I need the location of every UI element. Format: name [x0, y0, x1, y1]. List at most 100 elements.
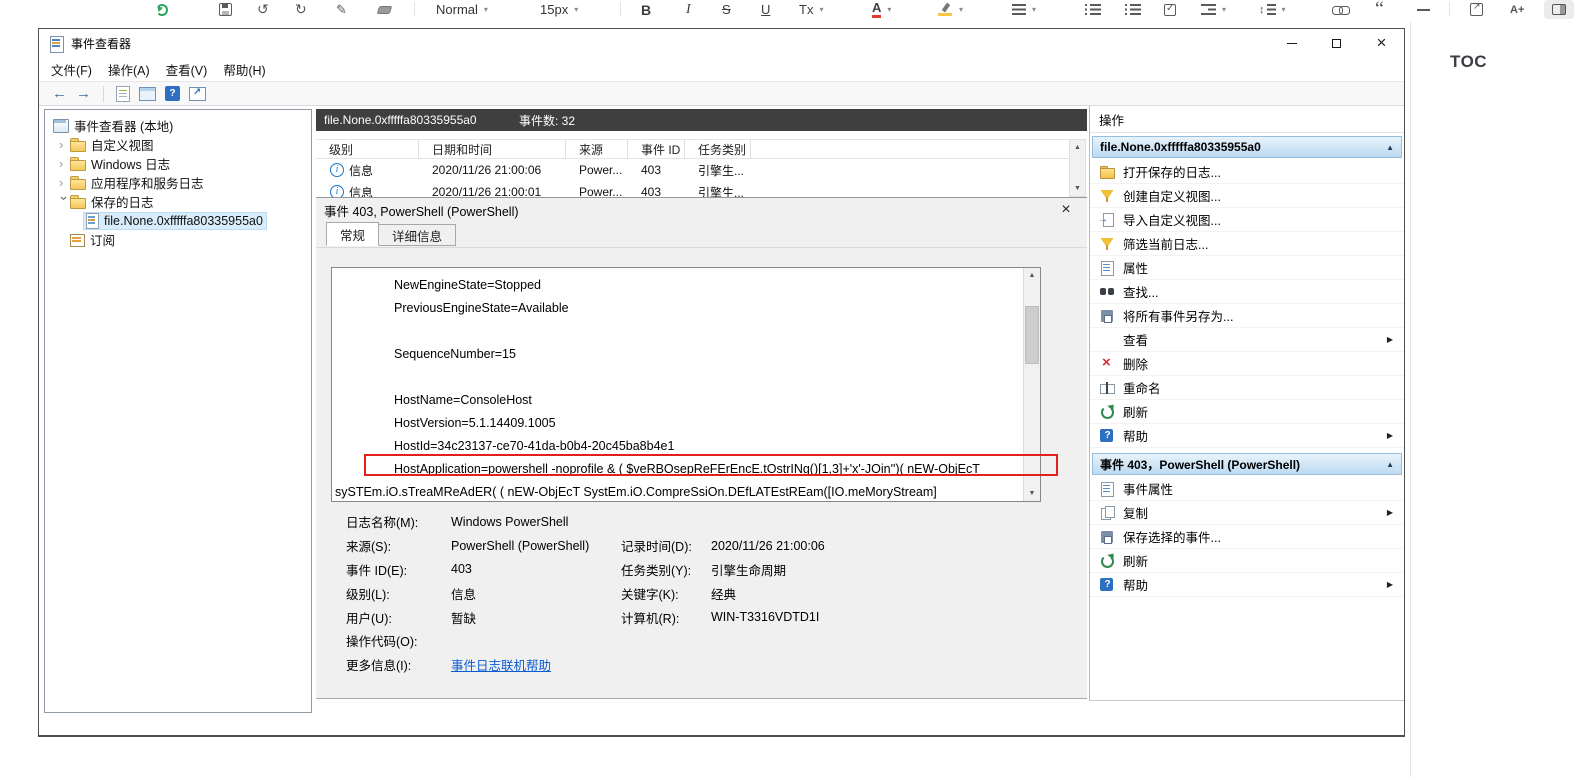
maximize-button[interactable]: [1314, 29, 1359, 58]
sync-icon[interactable]: [156, 0, 168, 19]
menu-view[interactable]: 查看(V): [158, 58, 216, 81]
action-group-header-log[interactable]: file.None.0xfffffa80335955a0: [1092, 136, 1402, 158]
submenu-arrow-icon: [1387, 508, 1393, 517]
text-format-dropdown[interactable]: Tx: [799, 0, 823, 19]
column-header-level[interactable]: 级别: [316, 140, 419, 158]
tree-item-root[interactable]: 事件查看器 (本地): [45, 116, 311, 135]
action-refresh-event[interactable]: 刷新: [1090, 549, 1404, 573]
window-body: 事件查看器 (本地) 自定义视图 Windows 日志 应用程序和服务日志 保存: [39, 106, 1404, 735]
tree-item-saved-log-file[interactable]: file.None.0xfffffa80335955a0: [45, 211, 311, 230]
table-row[interactable]: 信息 2020/11/26 21:00:06 Power... 403 引擎生.…: [316, 159, 1069, 181]
back-icon[interactable]: ←: [52, 86, 67, 101]
message-line: HostName=ConsoleHost: [394, 392, 532, 407]
underline-button[interactable]: U: [761, 0, 770, 19]
redo-icon[interactable]: ↻: [295, 0, 307, 19]
align-dropdown[interactable]: [1012, 0, 1036, 19]
eraser-icon[interactable]: [376, 0, 393, 19]
scroll-down-icon[interactable]: [1024, 486, 1040, 501]
action-rename[interactable]: 重命名: [1090, 376, 1404, 400]
action-properties[interactable]: 属性: [1090, 256, 1404, 280]
horizontal-rule-button[interactable]: [1417, 0, 1430, 19]
collapse-icon[interactable]: [1386, 143, 1394, 152]
scroll-thumb[interactable]: [1025, 306, 1039, 364]
action-help[interactable]: 帮助: [1090, 424, 1404, 448]
action-find[interactable]: 查找...: [1090, 280, 1404, 304]
message-line: [332, 365, 1022, 388]
action-view[interactable]: 查看: [1090, 328, 1404, 352]
event-list-scrollbar[interactable]: [1069, 139, 1086, 197]
table-row[interactable]: 信息 2020/11/26 21:00:01 Power... 403 引擎生.…: [316, 181, 1069, 197]
column-header-source[interactable]: 来源: [566, 140, 628, 158]
menu-help[interactable]: 帮助(H): [215, 58, 273, 81]
undo-icon[interactable]: ↺: [257, 0, 269, 19]
chevron-right-icon[interactable]: [59, 176, 70, 189]
property-row: 日志名称(M): Windows PowerShell: [346, 514, 569, 531]
italic-button[interactable]: I: [686, 0, 691, 19]
save-icon: [1099, 529, 1115, 545]
column-header-category[interactable]: 任务类别: [685, 140, 751, 158]
export-icon[interactable]: [189, 86, 206, 101]
action-create-custom-view[interactable]: 创建自定义视图...: [1090, 184, 1404, 208]
help-icon[interactable]: [165, 86, 180, 101]
collapse-icon[interactable]: [1386, 460, 1394, 469]
right-panel-divider: [1410, 22, 1411, 777]
export-icon[interactable]: [1470, 0, 1483, 19]
action-delete[interactable]: 删除: [1090, 352, 1404, 376]
action-copy[interactable]: 复制: [1090, 501, 1404, 525]
action-open-saved-log[interactable]: 打开保存的日志...: [1090, 160, 1404, 184]
action-save-selected-events[interactable]: 保存选择的事件...: [1090, 525, 1404, 549]
toolbar-divider: [1449, 2, 1450, 16]
tree-item-windows-logs[interactable]: Windows 日志: [45, 154, 311, 173]
tree-item-app-service-logs[interactable]: 应用程序和服务日志: [45, 173, 311, 192]
toc-title: TOC: [1450, 52, 1488, 71]
forward-icon[interactable]: →: [76, 86, 91, 101]
font-size-dropdown[interactable]: 15px: [540, 0, 578, 19]
action-import-custom-view[interactable]: 导入自定义视图...: [1090, 208, 1404, 232]
action-event-properties[interactable]: 事件属性: [1090, 477, 1404, 501]
highlight-color-dropdown[interactable]: [938, 0, 963, 19]
action-help-event[interactable]: 帮助: [1090, 573, 1404, 597]
details-close-button[interactable]: [1057, 201, 1075, 219]
add-annotation-icon[interactable]: A+: [1510, 0, 1524, 19]
indent-dropdown[interactable]: [1201, 0, 1226, 19]
message-scrollbar[interactable]: [1023, 268, 1040, 501]
chevron-right-icon[interactable]: [59, 138, 70, 151]
action-group-header-event[interactable]: 事件 403，PowerShell (PowerShell): [1092, 453, 1402, 475]
paragraph-style-dropdown[interactable]: Normal: [436, 0, 488, 19]
tree-item-saved-logs[interactable]: 保存的日志: [45, 192, 311, 211]
bullet-list-button[interactable]: [1085, 0, 1101, 19]
format-painter-icon[interactable]: ✎: [336, 0, 347, 19]
scroll-up-icon[interactable]: [1024, 268, 1040, 283]
tree-item-custom-views[interactable]: 自定义视图: [45, 135, 311, 154]
document-icon[interactable]: [116, 85, 130, 102]
checklist-button[interactable]: [1164, 0, 1176, 19]
quote-button[interactable]: “: [1375, 0, 1384, 19]
event-message-box[interactable]: NewEngineState=Stopped PreviousEngineSta…: [331, 267, 1041, 502]
action-save-all-events[interactable]: 将所有事件另存为...: [1090, 304, 1404, 328]
action-filter-current-log[interactable]: 筛选当前日志...: [1090, 232, 1404, 256]
column-header-datetime[interactable]: 日期和时间: [419, 140, 566, 158]
tab-general[interactable]: 常规: [326, 222, 380, 246]
numbered-list-button[interactable]: [1125, 0, 1141, 19]
scroll-down-icon[interactable]: [1070, 181, 1085, 196]
info-level-icon: [330, 185, 344, 197]
scroll-up-icon[interactable]: [1070, 140, 1085, 155]
minimize-button[interactable]: [1269, 29, 1314, 58]
font-color-dropdown[interactable]: A: [872, 0, 891, 19]
line-height-dropdown[interactable]: ↕: [1259, 0, 1286, 19]
bold-button[interactable]: B: [641, 0, 651, 19]
strikethrough-button[interactable]: S: [722, 0, 731, 19]
console-tree-icon[interactable]: [139, 86, 156, 101]
tab-details[interactable]: 详细信息: [379, 224, 457, 246]
action-refresh[interactable]: 刷新: [1090, 400, 1404, 424]
column-header-event-id[interactable]: 事件 ID: [628, 140, 685, 158]
menu-action[interactable]: 操作(A): [100, 58, 158, 81]
online-help-link[interactable]: 事件日志联机帮助: [451, 655, 621, 674]
sidebar-toggle-button[interactable]: [1544, 0, 1574, 19]
link-button[interactable]: [1332, 0, 1350, 19]
menu-file[interactable]: 文件(F): [43, 58, 100, 81]
close-button[interactable]: [1359, 29, 1404, 58]
save-icon[interactable]: [219, 0, 232, 19]
tree-item-subscriptions[interactable]: 订阅: [45, 230, 311, 249]
chevron-right-icon[interactable]: [59, 157, 70, 170]
